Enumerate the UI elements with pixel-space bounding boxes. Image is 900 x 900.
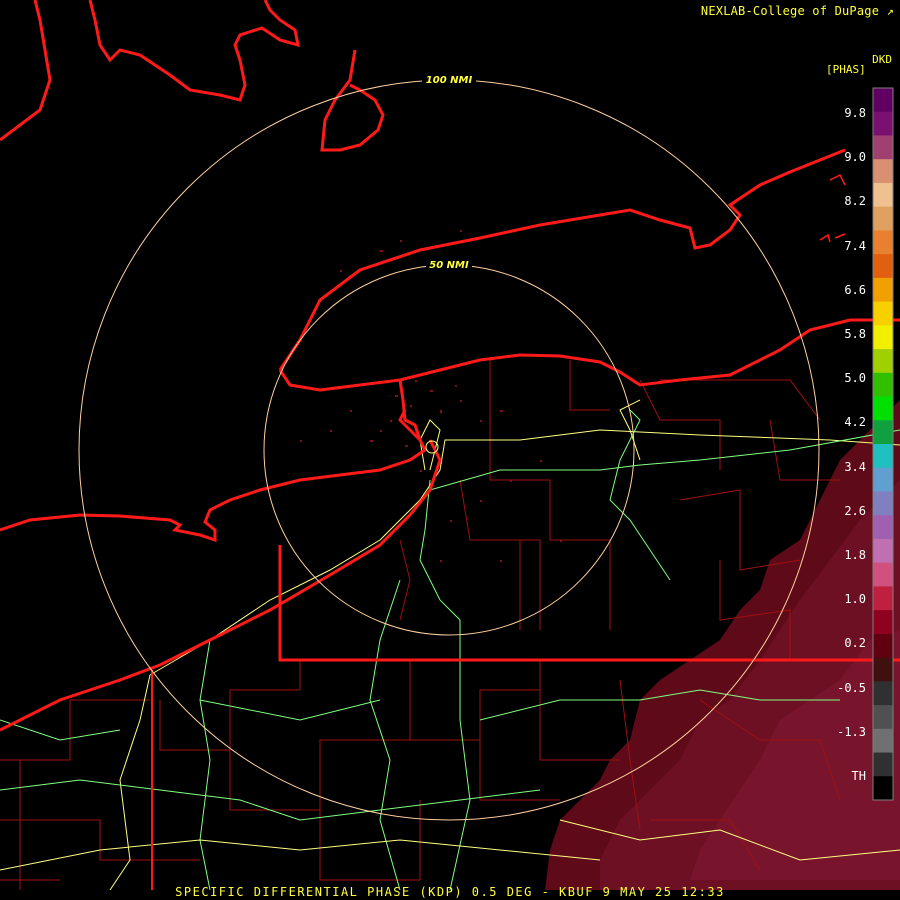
range-ring-100nmi-label: 100 NMI <box>426 75 473 86</box>
legend-swatch <box>873 586 893 611</box>
legend-swatch <box>873 372 893 398</box>
legend-units: [PHAS] <box>826 63 866 76</box>
legend-label: 1.8 <box>844 548 866 562</box>
legend-swatch <box>873 538 893 564</box>
legend-swatch <box>873 111 893 136</box>
legend-swatch <box>873 135 893 160</box>
legend-label: 6.6 <box>844 282 866 297</box>
legend-swatch <box>873 562 893 587</box>
legend-swatch <box>873 396 893 421</box>
legend-label: 9.0 <box>844 150 866 165</box>
legend-swatch <box>873 349 893 374</box>
legend-swatch <box>873 182 893 208</box>
legend-label: -1.3 <box>837 724 866 739</box>
legend-label: 1.0 <box>844 592 866 607</box>
legend-swatch <box>873 420 893 445</box>
legend-swatch <box>873 515 893 540</box>
legend-label: 4.2 <box>844 415 866 430</box>
legend-swatch <box>873 159 893 184</box>
legend-swatch <box>873 681 893 706</box>
legend-color-bar <box>873 88 893 801</box>
legend-label: -0.5 <box>837 680 866 695</box>
legend-swatch <box>873 705 893 730</box>
legend-label: 2.6 <box>844 503 866 518</box>
product-title: SPECIFIC DIFFERENTIAL PHASE (KDP) 0.5 DE… <box>175 885 725 899</box>
legend-label: 5.8 <box>844 327 866 341</box>
legend-swatch <box>873 254 893 279</box>
legend-swatch <box>873 88 893 113</box>
legend-label: 3.4 <box>844 459 866 474</box>
legend-swatch <box>873 301 893 326</box>
legend-swatch <box>873 657 893 682</box>
legend-swatch <box>873 752 893 777</box>
legend-swatch <box>873 277 893 303</box>
legend-swatch <box>873 230 893 255</box>
credit-label: NEXLAB-College of DuPage ↗ <box>701 4 894 18</box>
legend-swatch <box>873 491 893 516</box>
legend-swatch <box>873 206 893 231</box>
legend-label: 0.2 <box>844 636 866 651</box>
credit-text: NEXLAB-College of DuPage <box>700 4 880 18</box>
range-ring-50nmi-label: 50 NMI <box>429 260 469 271</box>
legend-labels: 9.8 9.0 8.2 7.4 6.6 5.8 5.0 4.2 3.4 2.6 1.8 1.0 0.2 -… <box>826 88 872 800</box>
legend-label: 9.8 <box>844 106 866 120</box>
legend-swatch <box>873 610 893 635</box>
legend-swatch <box>873 325 893 350</box>
legend-swatch <box>873 467 893 492</box>
legend-swatch <box>873 776 893 801</box>
legend-label: TH <box>851 769 866 783</box>
credit-icon: ↗ <box>886 4 894 18</box>
legend-swatch <box>873 633 893 659</box>
legend-label: 5.0 <box>844 371 866 386</box>
legend-swatch <box>873 728 893 754</box>
radar-map: 100 NMI 50 NMI <box>0 0 900 900</box>
legend-product-code: DKD <box>872 53 892 66</box>
legend-label: 8.2 <box>844 194 866 209</box>
legend-swatch <box>873 444 893 469</box>
legend-label: 7.4 <box>844 238 866 253</box>
